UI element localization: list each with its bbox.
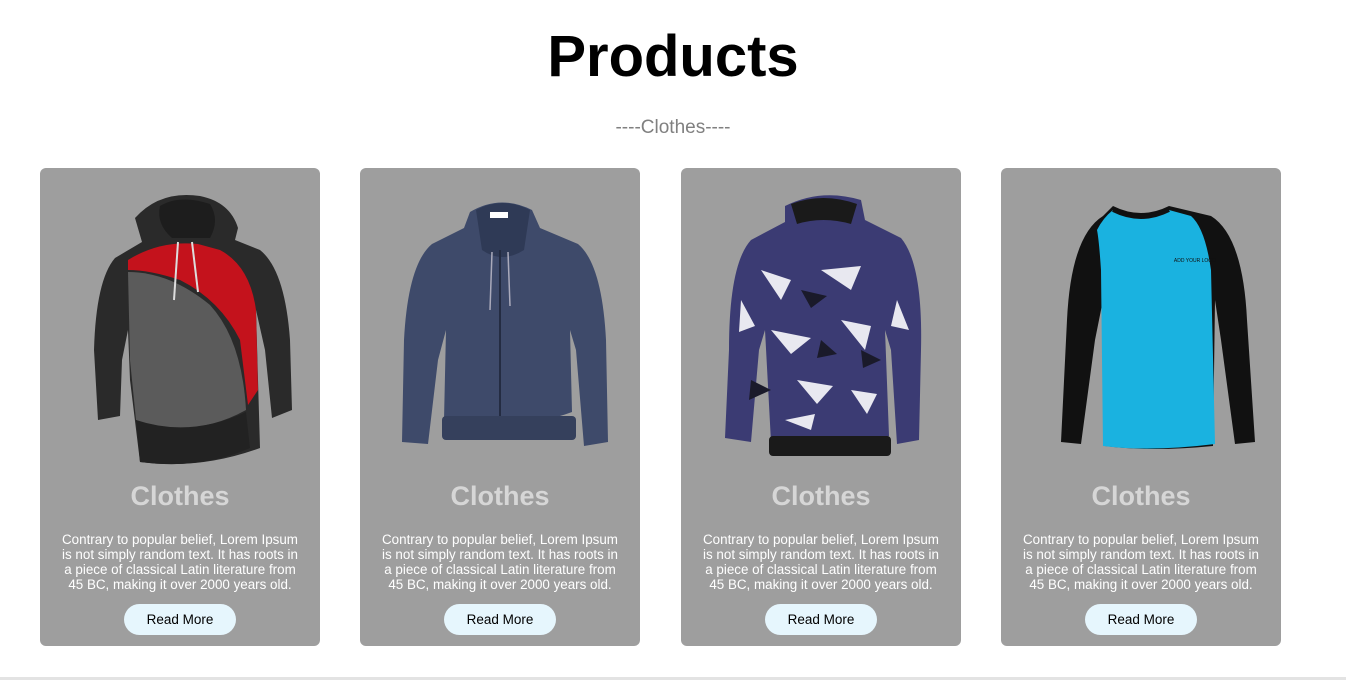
read-more-button[interactable]: Read More [124,604,236,635]
product-card: ADD YOUR LOGO Clothes Contrary to popula… [1001,168,1281,646]
product-card: Clothes Contrary to popular belief, Lore… [360,168,640,646]
section-subtitle: ----Clothes---- [615,117,731,138]
page-title: Products [547,24,799,89]
card-description: Contrary to popular belief, Lorem Ipsum … [703,532,939,592]
card-title: Clothes [450,481,550,511]
raglan-shirt-icon: ADD YOUR LOGO [1021,180,1261,470]
read-more-button[interactable]: Read More [1085,604,1197,635]
shirt-print: ADD YOUR LOGO [1174,258,1216,264]
card-description: Contrary to popular belief, Lorem Ipsum … [382,532,618,592]
card-title: Clothes [771,481,871,511]
camo-jacket-icon [701,180,941,470]
product-card: Clothes Contrary to popular belief, Lore… [40,168,320,646]
two-tone-hoodie-icon [60,180,300,470]
read-more-button[interactable]: Read More [444,604,556,635]
zip-hoodie-icon [380,180,620,470]
card-title: Clothes [1091,481,1191,511]
card-description: Contrary to popular belief, Lorem Ipsum … [62,532,298,592]
card-description: Contrary to popular belief, Lorem Ipsum … [1023,532,1259,592]
read-more-button[interactable]: Read More [765,604,877,635]
product-card: Clothes Contrary to popular belief, Lore… [681,168,961,646]
card-title: Clothes [130,481,230,511]
